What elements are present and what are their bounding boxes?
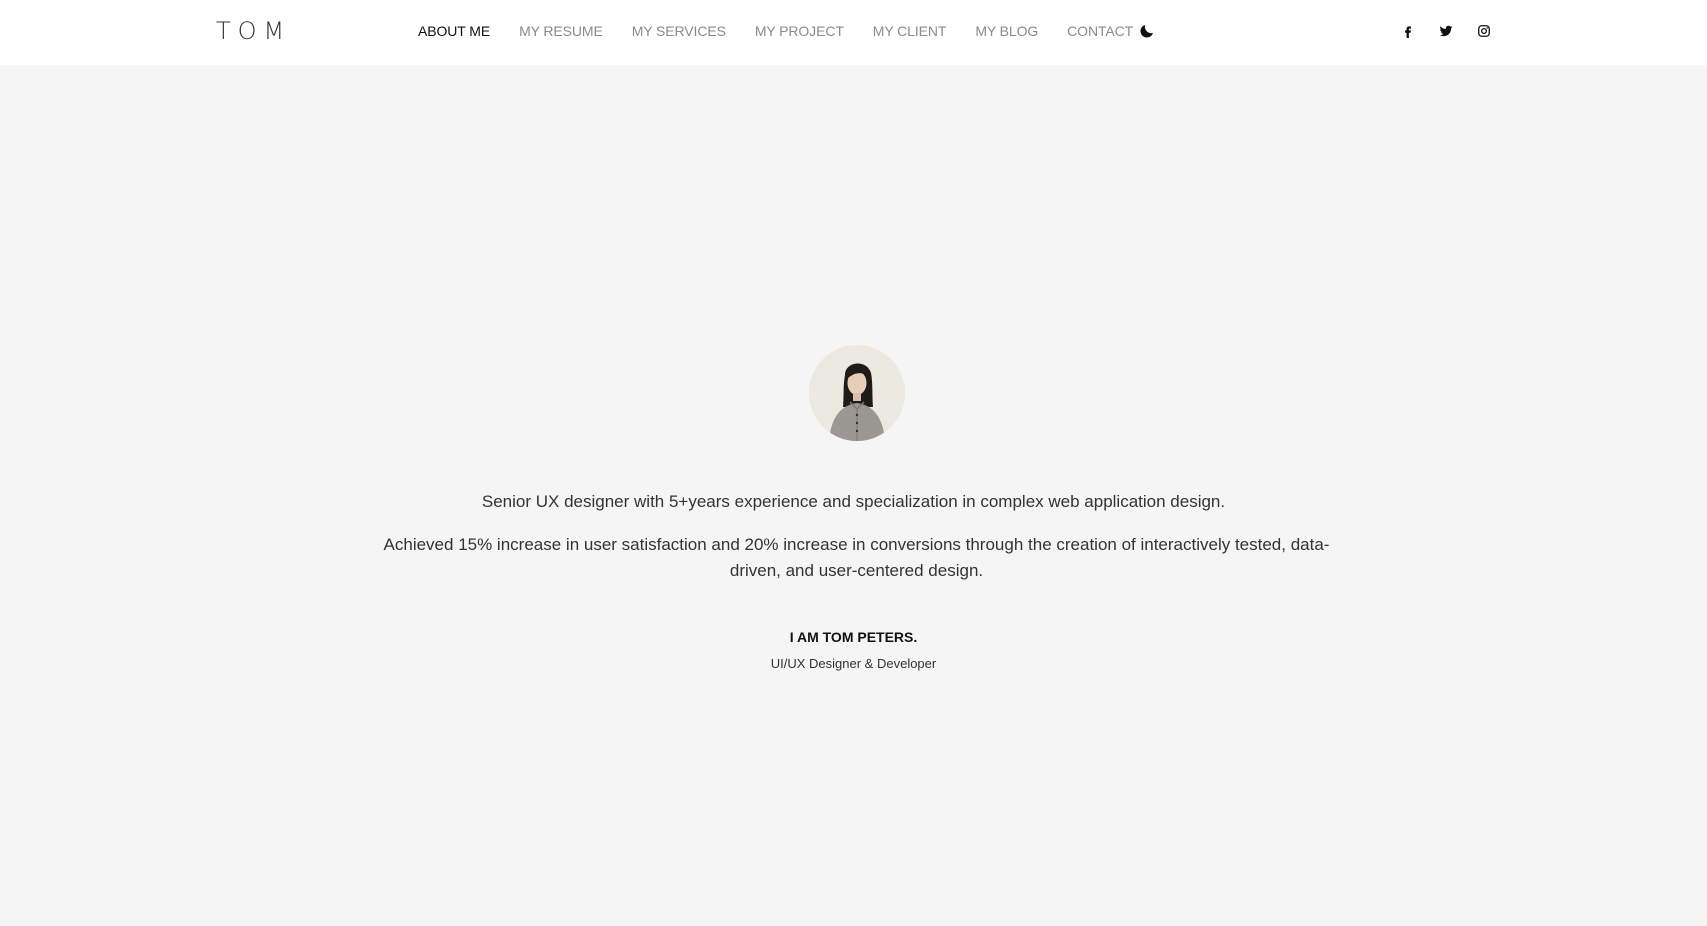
profile-name: I AM TOM PETERS.	[789, 629, 918, 645]
intro-summary: Senior UX designer with 5+years experien…	[481, 492, 1226, 511]
nav-item-my-blog[interactable]: MY BLOG	[975, 23, 1038, 39]
intro-achievements: Achieved 15% increase in user satisfacti…	[383, 535, 1330, 580]
main-nav: ABOUT ME MY RESUME MY SERVICES MY PROJEC…	[418, 23, 1162, 39]
nav-item-my-project[interactable]: MY PROJECT	[755, 23, 844, 39]
site-logo[interactable]: TOM	[216, 17, 291, 45]
nav-item-my-resume[interactable]: MY RESUME	[519, 23, 603, 39]
nav-item-about-me[interactable]: ABOUT ME	[418, 23, 490, 39]
instagram-icon[interactable]	[1475, 22, 1493, 40]
nav-item-contact[interactable]: CONTACT	[1067, 23, 1133, 39]
profile-avatar	[809, 345, 905, 441]
facebook-icon[interactable]	[1399, 22, 1417, 40]
nav-item-my-services[interactable]: MY SERVICES	[632, 23, 726, 39]
twitter-icon[interactable]	[1437, 22, 1455, 40]
site-header: TOM ABOUT ME MY RESUME MY SERVICES MY PR…	[0, 0, 1707, 65]
about-section: Senior UX designer with 5+years experien…	[0, 65, 1707, 926]
profile-role: UI/UX Designer & Developer	[770, 656, 937, 671]
moon-icon[interactable]	[1138, 22, 1156, 40]
nav-item-my-client[interactable]: MY CLIENT	[873, 23, 947, 39]
